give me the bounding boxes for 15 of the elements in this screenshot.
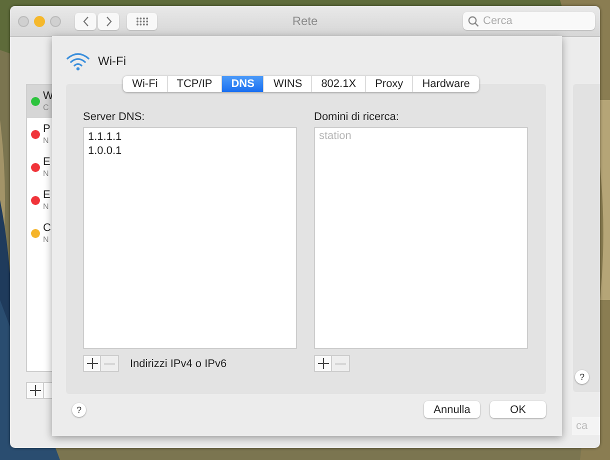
service-status: N (43, 234, 50, 244)
service-status: C (43, 102, 50, 112)
service-name: P (43, 124, 50, 134)
service-name: E (43, 156, 50, 168)
placeholder-text: station (319, 130, 352, 142)
list-label: Server DNS: (83, 111, 146, 123)
service-status: N (43, 168, 50, 178)
service-name: C (43, 222, 51, 234)
service-name: E (43, 190, 50, 200)
hint-text: Indirizzi IPv4 o IPv6 (130, 358, 227, 370)
list-label: Domini di ricerca: (314, 111, 400, 123)
service-status: N (43, 134, 50, 146)
service-status: N (43, 200, 50, 212)
interface-name: Wi-Fi (98, 54, 126, 68)
window-title: Rete (291, 14, 319, 28)
